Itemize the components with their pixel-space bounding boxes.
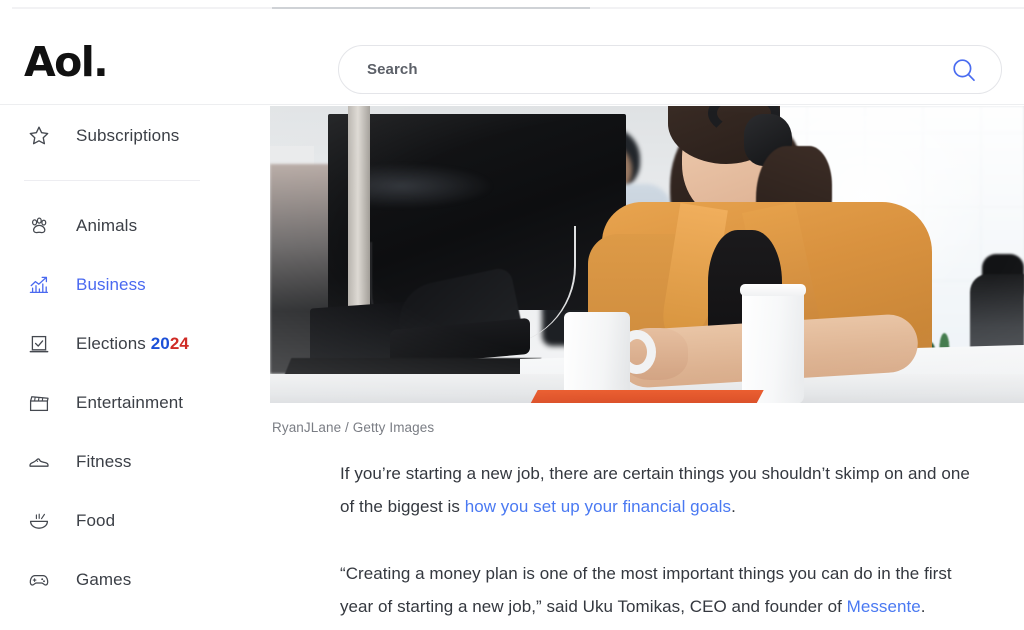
star-icon [24, 121, 54, 151]
paragraph-line-end: . [920, 597, 926, 616]
sidebar-item-games[interactable]: Games [0, 550, 270, 609]
sidebar-item-label: Animals [76, 215, 138, 235]
elections-year-first: 20 [150, 333, 170, 353]
messente-link[interactable]: Messente [847, 597, 921, 616]
sidebar-item-label: Business [76, 274, 146, 294]
site-header: Aol. [0, 10, 1024, 105]
article-body: If you’re starting a new job, there are … [270, 435, 1024, 623]
gamepad-icon [24, 565, 54, 595]
article-hero-image [270, 106, 1024, 403]
article-paragraph: “Creating a money plan is one of the mos… [340, 557, 1024, 623]
bar-chart-arrow-icon [24, 270, 54, 300]
sidebar-item-business[interactable]: Business [0, 255, 270, 314]
sidebar-item-elections[interactable]: Elections 2024 [0, 314, 270, 373]
paragraph-line: “Creating a money plan is one of the mos… [340, 564, 952, 583]
sidebar-item-subscriptions[interactable]: Subscriptions [0, 106, 270, 165]
top-hairline-segment [272, 7, 590, 9]
sidebar-item-label: Fitness [76, 451, 132, 471]
aol-logo[interactable]: Aol. [24, 42, 109, 83]
clapperboard-icon [24, 388, 54, 418]
paw-icon [24, 211, 54, 241]
paragraph-line: year of starting a new job,” said Uku To… [340, 597, 847, 616]
sidebar-item-food[interactable]: Food [0, 491, 270, 550]
aol-article-page: Aol. Subscriptions [0, 0, 1024, 630]
search-bar[interactable] [338, 45, 1002, 94]
image-credit-caption: RyanJLane / Getty Images [272, 420, 435, 435]
sneaker-icon [24, 447, 54, 477]
sidebar-item-label: Elections 2024 [76, 334, 189, 354]
paragraph-line: of the biggest is [340, 497, 465, 516]
article-paragraph: If you’re starting a new job, there are … [340, 457, 1024, 523]
ballot-check-icon [24, 329, 54, 359]
sidebar-item-label: Entertainment [76, 392, 184, 412]
paragraph-line: If you’re starting a new job, there are … [340, 464, 970, 483]
paragraph-line-end: . [731, 497, 736, 516]
bowl-icon [24, 506, 54, 536]
sidebar-item-label: Food [76, 510, 116, 530]
sidebar-item-entertainment[interactable]: Entertainment [0, 373, 270, 432]
sidebar-divider [24, 180, 200, 181]
sidebar-item-fitness[interactable]: Fitness [0, 432, 270, 491]
search-input[interactable] [367, 54, 927, 85]
article-main: RyanJLane / Getty Images If you’re start… [270, 106, 1024, 630]
sidebar-item-label: Subscriptions [76, 125, 180, 145]
sidebar-item-animals[interactable]: Animals [0, 196, 270, 255]
sidebar-item-label: Games [76, 569, 132, 589]
elections-year-second: 24 [169, 333, 189, 353]
search-icon[interactable] [951, 57, 977, 83]
sidebar-nav: Subscriptions Animals Business Elections… [0, 106, 270, 630]
elections-text: Elections [76, 333, 146, 353]
financial-goals-link[interactable]: how you set up your financial goals [465, 497, 731, 516]
